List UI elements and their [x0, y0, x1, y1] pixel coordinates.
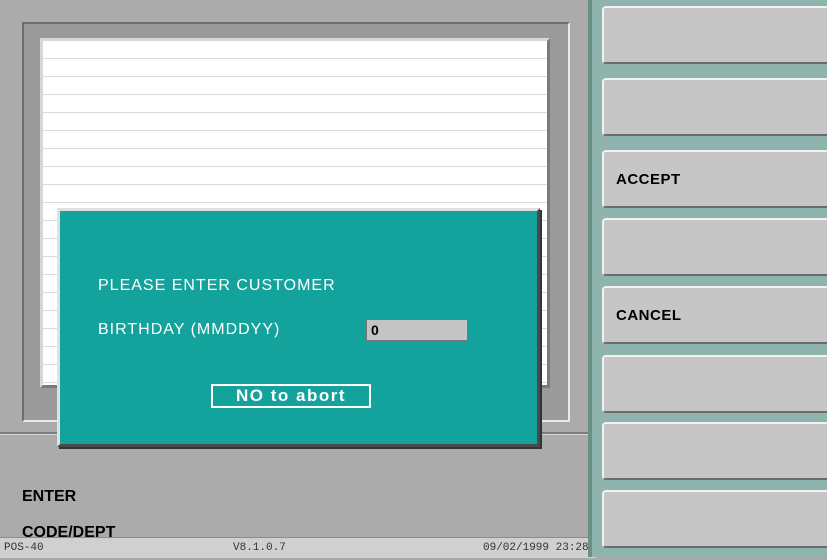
- cancel-button[interactable]: CANCEL: [602, 286, 827, 344]
- function-key-panel: ACCEPT CANCEL: [588, 0, 827, 557]
- birthday-input[interactable]: 0: [366, 319, 468, 341]
- function-key-6[interactable]: [602, 355, 827, 413]
- terminal-id: POS-40: [4, 542, 44, 554]
- dialog-message-line-1: PLEASE ENTER CUSTOMER: [98, 277, 336, 294]
- function-key-8[interactable]: [602, 490, 827, 548]
- function-key-7[interactable]: [602, 422, 827, 480]
- birthday-dialog: PLEASE ENTER CUSTOMER BIRTHDAY (MMDDYY) …: [57, 208, 540, 447]
- status-bar: POS-40 V8.1.0.7 09/02/1999 23:28: [0, 537, 596, 558]
- datetime-label: 09/02/1999 23:28: [483, 542, 589, 554]
- function-key-1[interactable]: [602, 6, 827, 64]
- function-key-4[interactable]: [602, 218, 827, 276]
- prompt-line-1: ENTER: [22, 488, 77, 505]
- version-label: V8.1.0.7: [233, 542, 286, 554]
- function-key-2[interactable]: [602, 78, 827, 136]
- abort-button[interactable]: NO to abort: [211, 384, 371, 408]
- dialog-message-line-2: BIRTHDAY (MMDDYY): [98, 321, 281, 338]
- accept-button[interactable]: ACCEPT: [602, 150, 827, 208]
